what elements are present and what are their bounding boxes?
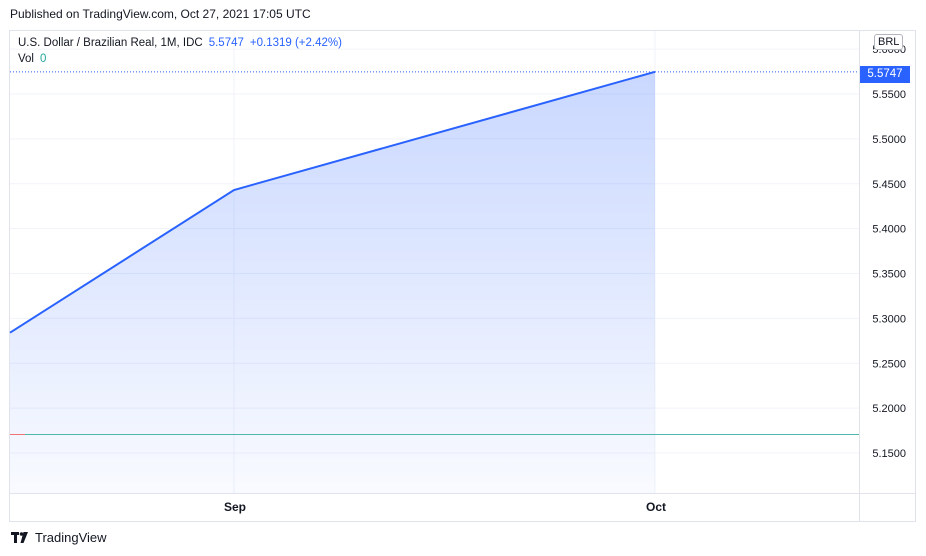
y-tick-label: 5.2000 bbox=[872, 403, 906, 415]
legend-last-value: 5.5747 bbox=[208, 37, 244, 49]
y-tick-label: 5.5500 bbox=[872, 89, 906, 101]
price-area-fill bbox=[10, 71, 655, 494]
y-tick-label: 5.4500 bbox=[872, 179, 906, 191]
currency-button[interactable]: BRL bbox=[874, 34, 904, 50]
y-tick-label: 5.1500 bbox=[872, 448, 906, 460]
last-price-badge: 5.5747 bbox=[860, 66, 910, 83]
y-tick-label: 5.5000 bbox=[872, 134, 906, 146]
x-tick-label: Sep bbox=[224, 500, 246, 514]
tradingview-logo[interactable]: TradingView bbox=[11, 530, 107, 545]
legend-symbol-title[interactable]: U.S. Dollar / Brazilian Real, 1M, IDC bbox=[18, 37, 203, 49]
tradingview-brand-text: TradingView bbox=[35, 530, 107, 545]
x-tick-label: Oct bbox=[646, 500, 666, 514]
y-tick-label: 5.4000 bbox=[872, 224, 906, 236]
legend-vol-label[interactable]: Vol bbox=[18, 53, 34, 65]
series bbox=[9, 70, 859, 494]
legend-vol-value: 0 bbox=[40, 53, 47, 65]
price-chart[interactable]: 5.1500 5.2000 5.2500 5.3000 5.3500 5.4000 5.45… bbox=[0, 0, 926, 556]
legend-change: +0.1319 (+2.42%) bbox=[249, 37, 342, 49]
y-tick-label: 5.3500 bbox=[872, 269, 906, 281]
y-tick-label: 5.2500 bbox=[872, 358, 906, 370]
tradingview-logo-icon bbox=[11, 531, 28, 543]
legend: U.S. Dollar / Brazilian Real, 1M, IDC 5.5… bbox=[18, 35, 342, 67]
y-tick-label: 5.3000 bbox=[872, 313, 906, 325]
